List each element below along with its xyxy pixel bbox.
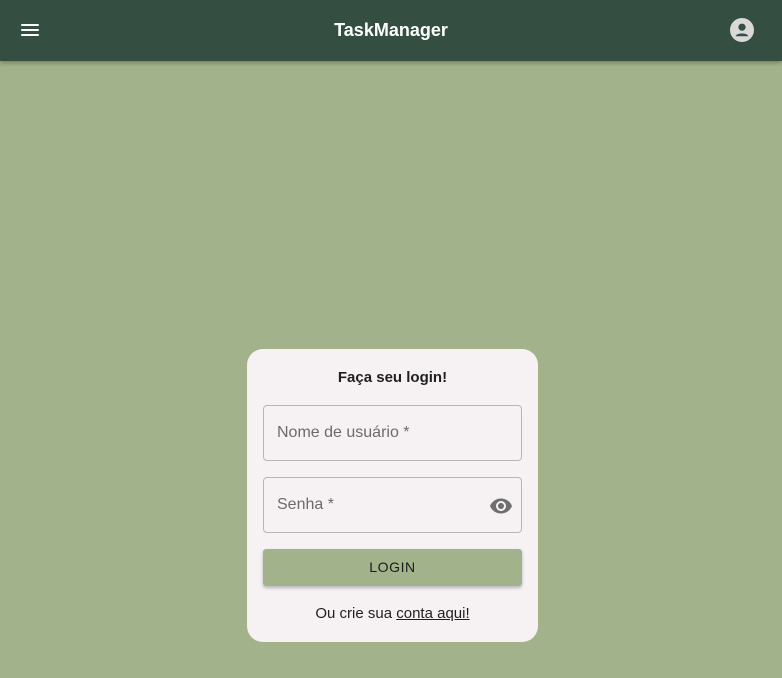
app-title: TaskManager [334,20,448,40]
eye-icon[interactable] [489,494,513,518]
login-button[interactable]: LOGIN [263,549,522,586]
password-input[interactable] [264,478,521,532]
username-input[interactable] [264,406,521,460]
app-header: TaskManager [0,0,782,61]
username-field[interactable]: Nome de usuário * [263,405,522,461]
login-card: Faça seu login! Nome de usuário * Senha … [247,349,538,642]
password-field[interactable]: Senha * [263,477,522,533]
login-title: Faça seu login! [337,369,448,386]
signup-prefix: Ou crie sua [315,605,397,622]
account-circle-icon[interactable] [730,18,754,42]
signup-text: Ou crie sua conta aqui! [247,605,538,622]
signup-link[interactable]: conta aqui! [396,605,469,622]
